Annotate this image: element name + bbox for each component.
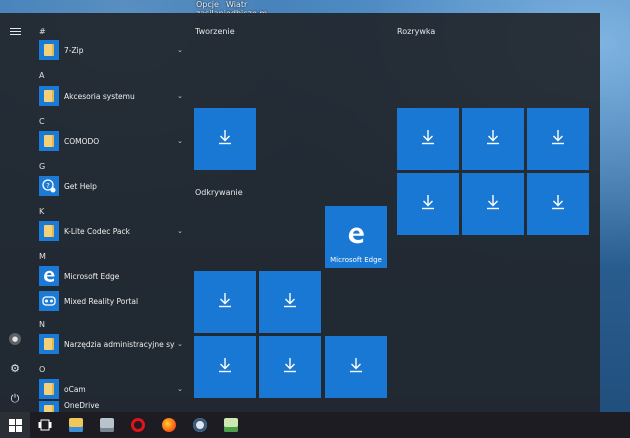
letter-header[interactable]: A [39,71,44,80]
hamburger-icon[interactable] [7,23,23,39]
download-icon [216,356,234,378]
tile-download-placeholder[interactable] [527,173,589,235]
folder-icon [39,379,59,399]
download-icon [549,128,567,150]
download-icon [216,291,234,313]
group-title-tworzenie[interactable]: Tworzenie [195,27,235,36]
user-icon[interactable]: ● [7,331,23,347]
tile-download-placeholder[interactable] [397,108,459,170]
app-label: 7-Zip [64,45,84,55]
folder-icon [39,221,59,241]
app-narzedzia-administracyjne[interactable]: Narzędzia administracyjne sys... ⌄ [39,332,183,356]
tile-download-placeholder[interactable] [397,173,459,235]
svg-text:?: ? [46,182,50,190]
app-akcesoria-systemu[interactable]: Akcesoria systemu ⌄ [39,84,183,108]
app-label: Narzędzia administracyjne sys... [64,339,176,349]
download-icon [419,128,437,150]
download-icon [484,128,502,150]
edge-icon [346,225,366,245]
tile-download-placeholder[interactable] [462,173,524,235]
letter-header[interactable]: N [39,320,45,329]
chevron-down-icon: ⌄ [177,340,183,348]
folder-icon [39,40,59,60]
app-label: COMODO [64,136,100,146]
tile-download-placeholder[interactable] [462,108,524,170]
chevron-down-icon: ⌄ [177,92,183,100]
gear-icon[interactable]: ⚙ [7,360,23,376]
app-label: K-Lite Codec Pack [64,226,130,236]
download-icon [281,356,299,378]
chevron-down-icon: ⌄ [177,385,183,393]
chevron-down-icon: ⌄ [177,46,183,54]
mixed-reality-icon [39,291,59,311]
start-menu: ● ⚙ ⏻ # 7-Zip ⌄ A Akcesoria systemu ⌄ C … [0,13,600,412]
tile-label: Microsoft Edge [330,256,382,264]
app-label: Akcesoria systemu [64,91,135,101]
app-label: Get Help [64,181,97,191]
app-ocam[interactable]: oCam ⌄ [39,377,183,401]
tile-download-placeholder[interactable] [259,271,321,333]
tile-download-placeholder[interactable] [194,108,256,170]
download-icon [549,193,567,215]
folder-icon [39,86,59,106]
group-title-rozrywka[interactable]: Rozrywka [397,27,435,36]
firefox-icon[interactable] [154,412,184,438]
tile-download-placeholder[interactable] [527,108,589,170]
chevron-down-icon: ⌄ [177,227,183,235]
app-mixed-reality-portal[interactable]: Mixed Reality Portal [39,289,183,313]
chevron-down-icon: ⌄ [177,137,183,145]
download-icon [484,193,502,215]
letter-header[interactable]: O [39,365,45,374]
edge-icon [39,266,59,286]
letter-header[interactable]: C [39,117,45,126]
letter-header[interactable]: # [39,27,46,36]
start-rail: ● ⚙ ⏻ [0,13,30,412]
network-icon[interactable] [92,412,122,438]
letter-header[interactable]: G [39,162,45,171]
app-k-lite-codec-pack[interactable]: K-Lite Codec Pack ⌄ [39,219,183,243]
download-icon [347,356,365,378]
letter-header[interactable]: K [39,207,44,216]
app-microsoft-edge[interactable]: Microsoft Edge [39,264,183,288]
group-title-odkrywanie[interactable]: Odkrywanie [195,188,243,197]
app-label: Microsoft Edge [64,271,120,281]
download-icon [216,128,234,150]
app-comodo[interactable]: COMODO ⌄ [39,129,183,153]
power-icon[interactable]: ⏻ [7,391,23,407]
download-icon [281,291,299,313]
letter-header[interactable]: M [39,252,46,261]
download-icon [419,193,437,215]
windows-start-icon[interactable] [0,412,30,438]
file-explorer-icon[interactable] [61,412,91,438]
tile-download-placeholder[interactable] [194,271,256,333]
app-label: OneDrive [64,401,100,410]
tile-download-placeholder[interactable] [259,336,321,398]
app-onedrive[interactable]: OneDrive [39,401,183,412]
folder-icon [39,401,59,412]
folder-icon [39,334,59,354]
tile-microsoft-edge[interactable]: Microsoft Edge [325,206,387,268]
folder-icon [39,131,59,151]
taskbar [0,412,630,438]
help-icon: ? [39,176,59,196]
app-label: oCam [64,384,86,394]
notepad-icon[interactable] [216,412,246,438]
task-view-icon[interactable] [30,412,60,438]
app-get-help[interactable]: ? Get Help [39,174,183,198]
app-list: # 7-Zip ⌄ A Akcesoria systemu ⌄ C COMODO… [30,13,186,412]
tile-download-placeholder[interactable] [194,336,256,398]
opera-icon[interactable] [123,412,153,438]
keepass-icon[interactable] [185,412,215,438]
app-label: Mixed Reality Portal [64,296,139,306]
tile-download-placeholder[interactable] [325,336,387,398]
app-7zip[interactable]: 7-Zip ⌄ [39,38,183,62]
